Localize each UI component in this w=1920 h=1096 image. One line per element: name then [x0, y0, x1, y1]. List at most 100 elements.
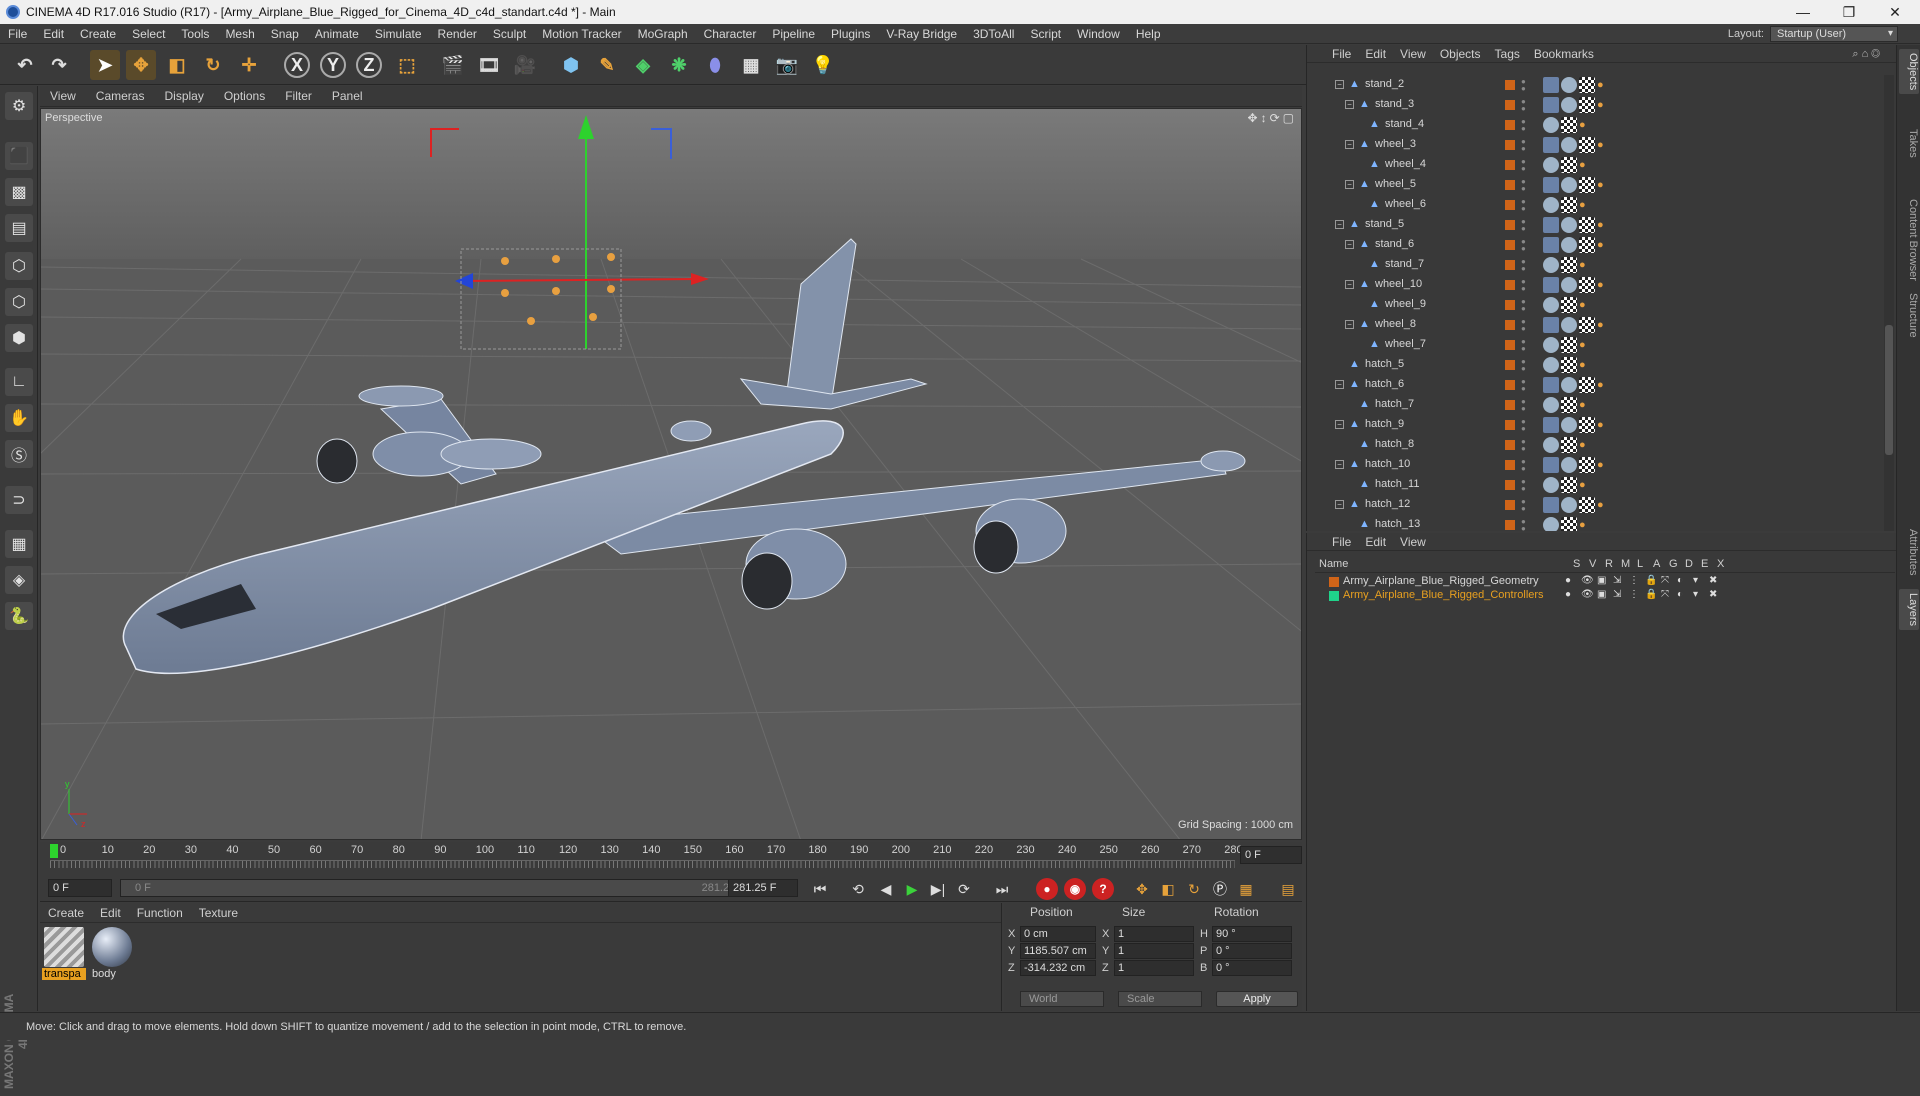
visibility-dots-icon[interactable]: ● ●	[1521, 178, 1527, 193]
texture-tag-icon[interactable]	[1579, 97, 1595, 113]
visibility-dots-icon[interactable]: ● ●	[1521, 398, 1527, 413]
layer-toggle-icon[interactable]: ⋮	[1629, 575, 1639, 586]
menu-v-ray-bridge[interactable]: V-Ray Bridge	[878, 27, 965, 41]
next-frame-icon[interactable]: ▶|	[926, 878, 950, 900]
layer-color-swatch[interactable]	[1505, 200, 1515, 210]
layer-toggle-icon[interactable]: ◐	[1677, 575, 1683, 586]
ik-tag-icon[interactable]: ●	[1597, 497, 1613, 513]
menu-mograph[interactable]: MoGraph	[630, 27, 696, 41]
layer-column-s[interactable]: S	[1573, 558, 1580, 570]
move-tool-icon[interactable]: ✥	[126, 50, 156, 80]
object-row[interactable]: − ▲ wheel_10 ● ● ●	[1307, 275, 1883, 295]
edges-mode-icon[interactable]: ⬡	[5, 288, 33, 316]
layer-column-r[interactable]: R	[1605, 558, 1613, 570]
current-frame-field[interactable]: 0 F	[48, 879, 112, 897]
layer-menu-edit[interactable]: Edit	[1358, 535, 1393, 549]
material-tag-icon[interactable]	[1543, 357, 1559, 373]
visibility-dots-icon[interactable]: ● ●	[1521, 378, 1527, 393]
layer-toggle-icon[interactable]: ⋮	[1629, 589, 1639, 600]
texture-tag-icon[interactable]	[1579, 377, 1595, 393]
visibility-dots-icon[interactable]: ● ●	[1521, 338, 1527, 353]
object-row[interactable]: ▲ hatch_8 ● ● ●	[1307, 435, 1883, 455]
material-tag-icon[interactable]	[1561, 137, 1577, 153]
visibility-dots-icon[interactable]: ● ●	[1521, 318, 1527, 333]
layer-color-swatch[interactable]	[1505, 520, 1515, 530]
ik-tag-icon[interactable]: ●	[1579, 477, 1595, 493]
constraint-tag-icon[interactable]	[1543, 277, 1559, 293]
render-picture-viewer-icon[interactable]: 🎞	[474, 50, 504, 80]
key-parameter-icon[interactable]: Ⓟ	[1208, 878, 1232, 900]
constraint-tag-icon[interactable]	[1543, 417, 1559, 433]
layer-toggle-icon[interactable]: ▾	[1693, 589, 1698, 600]
ik-tag-icon[interactable]: ●	[1579, 517, 1595, 531]
model-mode-icon[interactable]: ⬛	[5, 142, 33, 170]
layer-color-swatch[interactable]	[1505, 240, 1515, 250]
material-tag-icon[interactable]	[1543, 297, 1559, 313]
layer-column-l[interactable]: L	[1637, 558, 1643, 570]
visibility-dots-icon[interactable]: ● ●	[1521, 418, 1527, 433]
render-view-icon[interactable]: 🎬	[438, 50, 468, 80]
layer-color-swatch[interactable]	[1505, 340, 1515, 350]
texture-tag-icon[interactable]	[1561, 157, 1577, 173]
transform-tool-icon[interactable]: ✛	[234, 50, 264, 80]
texture-tag-icon[interactable]	[1561, 437, 1577, 453]
layer-color-swatch[interactable]	[1505, 120, 1515, 130]
snapping-icon[interactable]: Ⓢ	[5, 440, 33, 468]
position-z-field[interactable]: -314.232 cm	[1020, 960, 1096, 976]
texture-tag-icon[interactable]	[1579, 417, 1595, 433]
record-keys-icon[interactable]: ●	[1036, 878, 1058, 900]
layer-color-swatch[interactable]	[1505, 140, 1515, 150]
object-menu-file[interactable]: File	[1325, 47, 1358, 61]
cube-primitive-icon[interactable]: ⬢	[556, 50, 586, 80]
expand-toggle-icon[interactable]: −	[1345, 320, 1354, 329]
menu-character[interactable]: Character	[696, 27, 765, 41]
viewport-menu-panel[interactable]: Panel	[322, 89, 373, 103]
make-editable-icon[interactable]: ⚙	[5, 92, 33, 120]
layer-menu-file[interactable]: File	[1325, 535, 1358, 549]
layer-toggle-icon[interactable]: ⤧	[1661, 589, 1669, 600]
ik-tag-icon[interactable]: ●	[1579, 197, 1595, 213]
expand-toggle-icon[interactable]: −	[1345, 280, 1354, 289]
layer-column-v[interactable]: V	[1589, 558, 1596, 570]
object-menu-objects[interactable]: Objects	[1433, 47, 1488, 61]
key-position-icon[interactable]: ✥	[1130, 878, 1154, 900]
material-menu-texture[interactable]: Texture	[191, 906, 246, 920]
spline-pen-icon[interactable]: ✎	[592, 50, 622, 80]
visibility-dots-icon[interactable]: ● ●	[1521, 258, 1527, 273]
layer-toggle-icon[interactable]: ●	[1565, 575, 1571, 586]
texture-tag-icon[interactable]	[1561, 197, 1577, 213]
visibility-dots-icon[interactable]: ● ●	[1521, 438, 1527, 453]
side-tab-attributes[interactable]: Attributes	[1899, 525, 1919, 579]
select-tool-icon[interactable]: ➤	[90, 50, 120, 80]
visibility-dots-icon[interactable]: ● ●	[1521, 478, 1527, 493]
layer-color-swatch[interactable]	[1505, 160, 1515, 170]
material-tag-icon[interactable]	[1543, 257, 1559, 273]
object-row[interactable]: − ▲ hatch_12 ● ● ●	[1307, 495, 1883, 515]
material-tag-icon[interactable]	[1561, 217, 1577, 233]
expand-toggle-icon[interactable]: −	[1345, 100, 1354, 109]
rotate-tool-icon[interactable]: ↻	[198, 50, 228, 80]
layer-toggle-icon[interactable]: ▣	[1597, 589, 1606, 600]
object-row[interactable]: ▲ hatch_5 ● ● ●	[1307, 355, 1883, 375]
viewport-nav-icons[interactable]: ✥↕⟳▢	[1248, 111, 1297, 125]
menu-simulate[interactable]: Simulate	[367, 27, 430, 41]
viewport-menu-view[interactable]: View	[40, 89, 86, 103]
layer-color-swatch[interactable]	[1505, 460, 1515, 470]
object-row[interactable]: − ▲ hatch_9 ● ● ●	[1307, 415, 1883, 435]
menu-help[interactable]: Help	[1128, 27, 1169, 41]
material-tag-icon[interactable]	[1561, 77, 1577, 93]
timeline[interactable]: 0 10 20 30 40 50 60 70 80 90 100 110 120 130 140 150 160…	[40, 842, 1302, 874]
constraint-tag-icon[interactable]	[1543, 457, 1559, 473]
visibility-dots-icon[interactable]: ● ●	[1521, 518, 1527, 532]
material-menu-edit[interactable]: Edit	[92, 906, 129, 920]
ik-tag-icon[interactable]: ●	[1579, 297, 1595, 313]
expand-toggle-icon[interactable]: −	[1345, 180, 1354, 189]
object-menu-edit[interactable]: Edit	[1358, 47, 1393, 61]
menu-pipeline[interactable]: Pipeline	[764, 27, 823, 41]
frame-end-field[interactable]: 0 F	[1240, 846, 1302, 864]
layer-column-x[interactable]: X	[1717, 558, 1724, 570]
position-x-field[interactable]: 0 cm	[1020, 926, 1096, 942]
material-tag-icon[interactable]	[1561, 417, 1577, 433]
material-tag-icon[interactable]	[1561, 97, 1577, 113]
key-pla-icon[interactable]: ▦	[1234, 878, 1258, 900]
